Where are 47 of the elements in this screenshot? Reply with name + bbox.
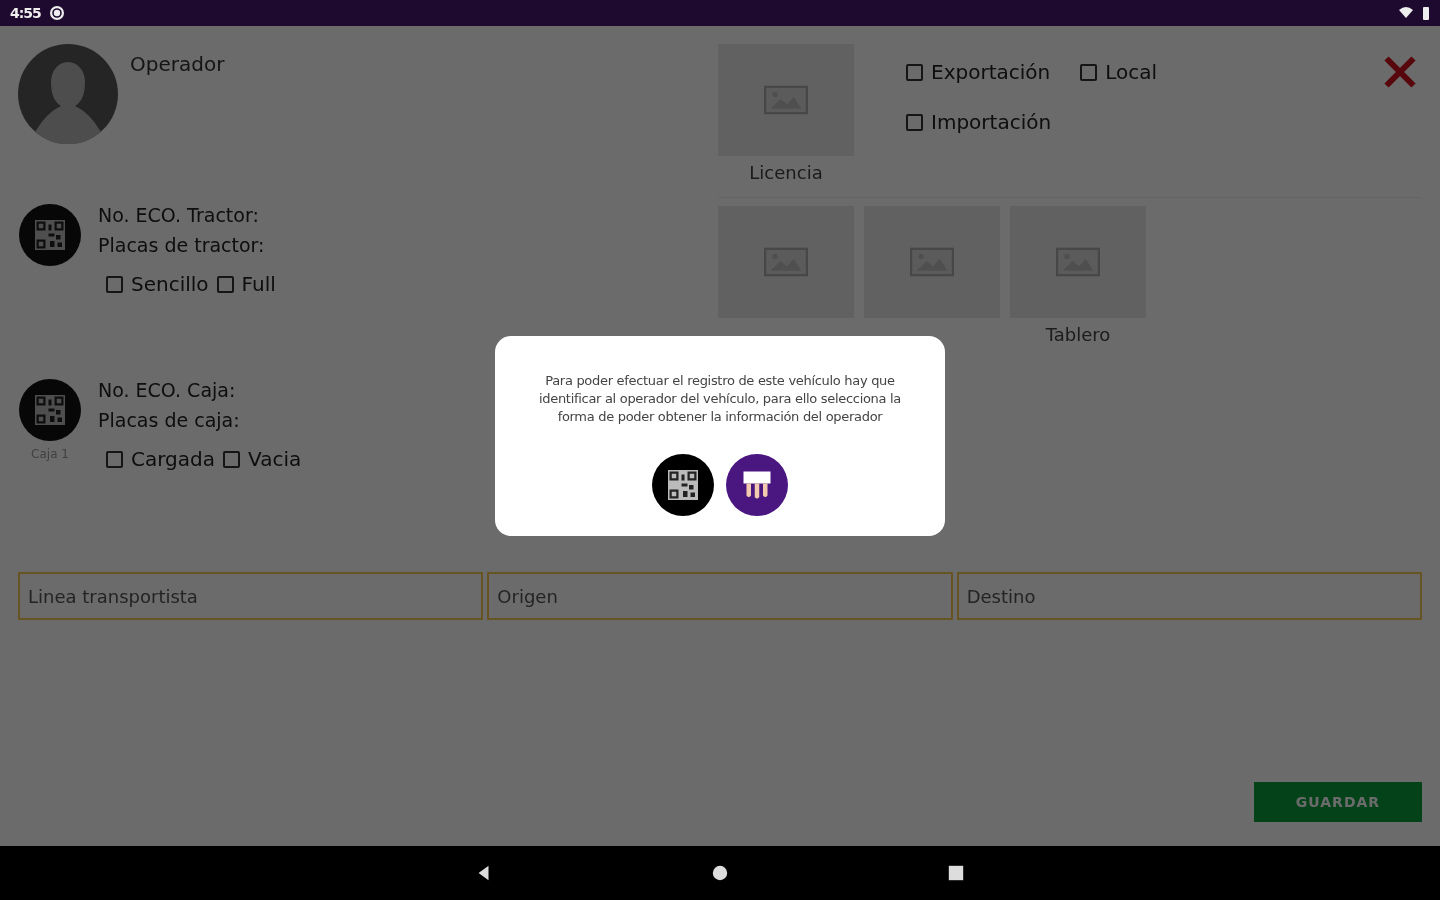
vehicle-field-label: Placas de caja: — [98, 409, 241, 431]
checkbox-option[interactable]: Exportación — [906, 60, 1051, 84]
checkbox[interactable] — [106, 450, 123, 468]
checkbox-option[interactable]: Full — [216, 272, 276, 296]
checkbox[interactable] — [223, 450, 240, 468]
qr-code-icon — [35, 220, 65, 250]
save-button[interactable]: GUARDAR — [1254, 782, 1422, 822]
operator-label: Operador — [130, 52, 225, 78]
image-placeholder-icon — [1056, 247, 1100, 277]
image-placeholder-icon — [764, 85, 808, 115]
dialog-message: Para poder efectuar el registro de este vehículo hay que identificar al operador del vehículo, para ello selecciona la forma de poder obtener la información del operador — [537, 372, 903, 426]
vehicle-field-label: Placas de tractor: — [98, 234, 266, 256]
vehicle-field-label: No. ECO. Tractor: — [98, 204, 260, 226]
qr-code-icon — [35, 395, 65, 425]
checkbox-label: Cargada — [131, 447, 215, 471]
checkbox-label: Full — [241, 272, 276, 296]
checkbox-label: Vacia — [248, 447, 302, 471]
checkbox-label: Local — [1105, 60, 1158, 84]
checkbox[interactable] — [216, 275, 234, 293]
photo-label: Tablero — [1045, 324, 1111, 345]
close-icon[interactable] — [1382, 54, 1418, 90]
checkbox[interactable] — [906, 113, 923, 131]
checkbox-option[interactable]: Vacia — [223, 447, 302, 471]
vehicle-field-label: No. ECO. Caja: — [98, 379, 237, 401]
input-field[interactable]: Origen — [487, 572, 953, 620]
status-time: 4:55 — [10, 5, 41, 21]
image-placeholder-icon — [764, 247, 808, 277]
checkbox-option[interactable]: Cargada — [106, 447, 215, 471]
checkbox-option[interactable]: Importación — [906, 110, 1052, 134]
checkbox[interactable] — [106, 275, 123, 293]
checkbox[interactable] — [906, 63, 923, 81]
photo-label: Licencia — [749, 162, 823, 183]
notification-icon — [48, 5, 65, 21]
checkbox-label: Importación — [931, 110, 1052, 134]
checkbox-option[interactable]: Sencillo — [106, 272, 209, 296]
checkbox[interactable] — [1080, 63, 1098, 81]
input-field[interactable]: Linea transportista — [18, 572, 484, 620]
home-icon[interactable] — [711, 864, 729, 882]
checkbox-label: Sencillo — [131, 272, 209, 296]
fingertips-icon — [742, 470, 772, 500]
checkbox-option[interactable]: Local — [1080, 60, 1158, 84]
recents-icon[interactable] — [947, 864, 965, 882]
qr-code-icon — [668, 470, 698, 500]
checkbox-label: Exportación — [931, 60, 1051, 84]
battery-icon — [1422, 5, 1430, 21]
image-placeholder-icon — [910, 247, 954, 277]
input-field[interactable]: Destino — [956, 572, 1422, 620]
